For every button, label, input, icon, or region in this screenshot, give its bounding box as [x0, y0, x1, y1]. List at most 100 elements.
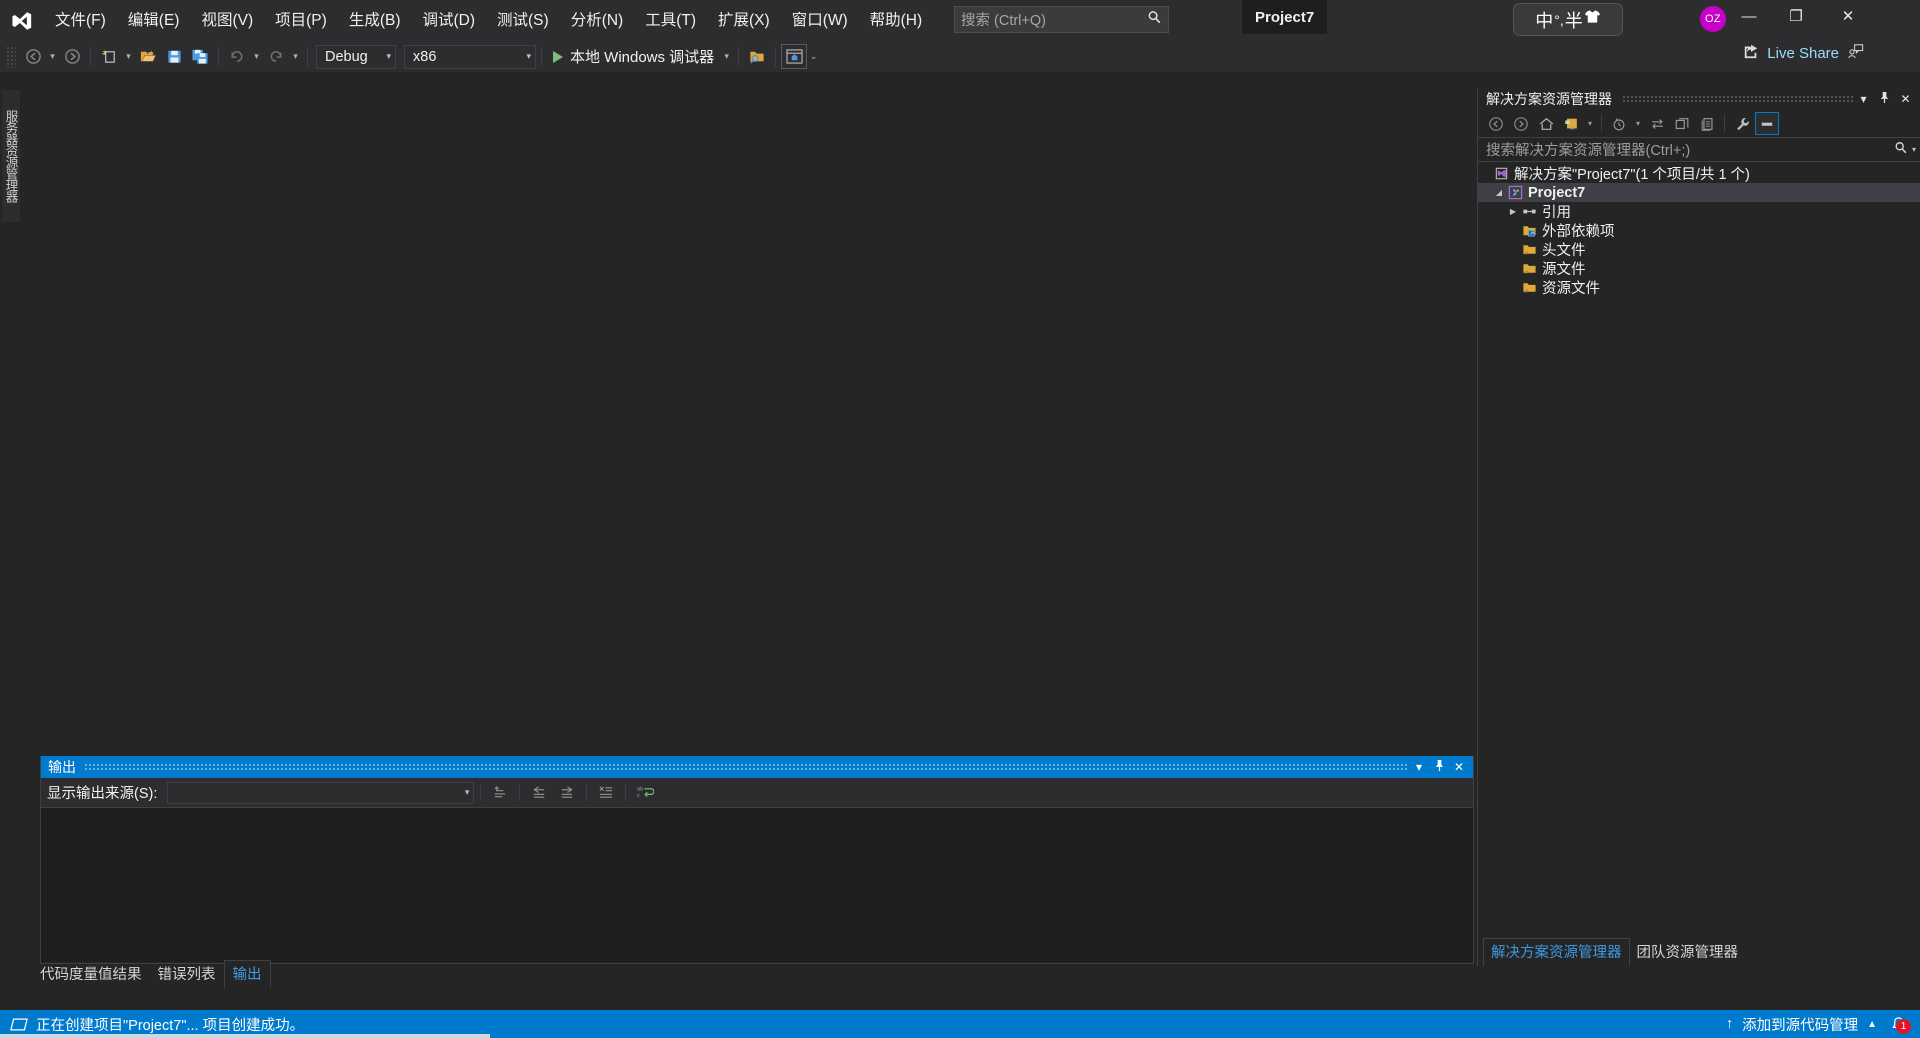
tree-expander-project[interactable]: ◢ — [1492, 188, 1506, 197]
minimize-button[interactable]: — — [1726, 0, 1772, 32]
new-item-dropdown-icon[interactable]: ▾ — [122, 44, 135, 69]
nav-forward-icon[interactable] — [59, 44, 85, 69]
jump-to-source-icon[interactable] — [487, 781, 513, 805]
find-previous-message-icon[interactable] — [526, 781, 552, 805]
solution-explorer-search-dropdown[interactable]: ▾ — [1912, 145, 1916, 154]
refresh-icon[interactable] — [1645, 112, 1669, 135]
tree-row-source-files[interactable]: 源文件 — [1478, 259, 1920, 278]
redo-dropdown-icon[interactable]: ▾ — [289, 44, 302, 69]
pin-icon-solution[interactable] — [1874, 91, 1895, 107]
undo-icon[interactable] — [224, 44, 250, 69]
solution-configuration-combo[interactable]: Debug ▾ — [316, 44, 396, 69]
nav-back-dropdown-icon[interactable]: ▾ — [46, 44, 59, 69]
solution-explorer-dropdown-button[interactable]: ▾ — [1853, 92, 1874, 106]
tree-row-references[interactable]: ▶ 引用 — [1478, 202, 1920, 221]
add-to-source-control-label[interactable]: 添加到源代码管理 — [1742, 1014, 1858, 1035]
user-avatar[interactable]: OZ — [1700, 6, 1726, 32]
menu-item-file[interactable]: 文件(F) — [44, 0, 117, 41]
search-folder-icon[interactable] — [744, 44, 770, 69]
clear-all-icon[interactable] — [593, 781, 619, 805]
show-all-files-icon[interactable] — [1695, 112, 1719, 135]
tree-row-external-dependencies[interactable]: 外部依赖项 — [1478, 221, 1920, 240]
solution-platform-combo[interactable]: x86 ▾ — [404, 44, 536, 69]
output-panel-dropdown-button[interactable]: ▾ — [1409, 760, 1429, 774]
solution-explorer-title: 解决方案资源管理器 — [1486, 91, 1612, 107]
feedback-icon[interactable] — [1847, 43, 1864, 64]
source-control-caret-icon[interactable]: ▲ — [1867, 1019, 1877, 1030]
menu-item-analyze[interactable]: 分析(N) — [560, 0, 635, 41]
output-panel-close-button[interactable]: ✕ — [1449, 760, 1469, 774]
pending-changes-dropdown-icon[interactable]: ▾ — [1632, 112, 1644, 135]
menu-item-help[interactable]: 帮助(H) — [859, 0, 934, 41]
tree-row-solution[interactable]: 解决方案"Project7"(1 个项目/共 1 个) — [1478, 164, 1920, 183]
pending-changes-filter-icon[interactable] — [1607, 112, 1631, 135]
live-share-button[interactable]: Live Share — [1743, 43, 1864, 64]
menu-item-tools[interactable]: 工具(T) — [634, 0, 707, 41]
menu-item-test[interactable]: 测试(S) — [486, 0, 560, 41]
project-document-tab[interactable]: Project7 — [1242, 0, 1328, 34]
chevron-down-icon-output: ▾ — [464, 787, 470, 797]
redo-icon[interactable] — [263, 44, 289, 69]
tree-row-resource-files[interactable]: 资源文件 — [1478, 278, 1920, 297]
nav-back-icon[interactable] — [20, 44, 46, 69]
new-item-icon[interactable] — [96, 44, 122, 69]
menu-item-window[interactable]: 窗口(W) — [781, 0, 859, 41]
menu-item-view[interactable]: 视图(V) — [190, 0, 264, 41]
collapse-all-icon[interactable] — [1670, 112, 1694, 135]
menu-item-project[interactable]: 项目(P) — [264, 0, 338, 41]
bell-icon[interactable]: 1 — [1886, 1016, 1911, 1034]
menu-item-edit[interactable]: 编辑(E) — [117, 0, 191, 41]
save-all-icon[interactable] — [187, 44, 213, 69]
tree-row-header-files[interactable]: 头文件 — [1478, 240, 1920, 259]
close-button[interactable]: ✕ — [1820, 0, 1876, 32]
tree-label-solution: 解决方案"Project7"(1 个项目/共 1 个) — [1514, 167, 1750, 183]
save-icon[interactable] — [161, 44, 187, 69]
output-source-combo[interactable]: ▾ — [167, 781, 475, 804]
toolbar-grip[interactable] — [6, 45, 16, 68]
solution-explorer-drag-dots[interactable] — [1622, 94, 1853, 104]
preview-selected-items-icon[interactable] — [1755, 112, 1779, 135]
tree-row-project[interactable]: ◢ Project7 — [1478, 183, 1920, 202]
open-folder-icon[interactable] — [135, 44, 161, 69]
tab-solution-explorer[interactable]: 解决方案资源管理器 — [1483, 938, 1630, 966]
svg-text:c: c — [637, 793, 640, 799]
properties-icon[interactable] — [1730, 112, 1754, 135]
output-text-area[interactable] — [41, 808, 1473, 962]
server-explorer-tab[interactable]: 服务器资源管理器 — [2, 90, 20, 222]
toolbar-overflow-icon[interactable]: ⌄ — [807, 44, 820, 69]
source-control-up-icon[interactable]: ↑ — [1726, 1016, 1733, 1032]
menu-item-build[interactable]: 生成(B) — [338, 0, 412, 41]
pin-icon[interactable] — [1429, 759, 1449, 775]
undo-dropdown-icon[interactable]: ▾ — [250, 44, 263, 69]
main-menu[interactable]: 文件(F) 编辑(E) 视图(V) 项目(P) 生成(B) 调试(D) 测试(S… — [44, 0, 933, 41]
find-next-message-icon[interactable] — [554, 781, 580, 805]
menu-item-extensions[interactable]: 扩展(X) — [707, 0, 781, 41]
tree-expander-references[interactable]: ▶ — [1506, 207, 1520, 216]
preview-window-icon[interactable] — [781, 44, 808, 69]
tab-error-list[interactable]: 错误列表 — [150, 961, 224, 988]
output-panel-drag-dots[interactable] — [84, 762, 1409, 772]
solution-explorer-close-button[interactable]: ✕ — [1895, 92, 1916, 106]
quick-launch-search[interactable]: 搜索 (Ctrl+Q) — [954, 6, 1169, 33]
toggle-word-wrap-icon[interactable]: ab c — [632, 781, 658, 805]
sync-with-active-document-icon[interactable] — [1559, 112, 1583, 135]
back-icon[interactable] — [1484, 112, 1508, 135]
maximize-restore-button[interactable]: ❐ — [1773, 0, 1819, 32]
menu-item-debug[interactable]: 调试(D) — [411, 0, 486, 41]
status-message: 正在创建项目"Project7"... 项目创建成功。 — [36, 1017, 305, 1034]
forward-icon[interactable] — [1509, 112, 1533, 135]
tab-team-explorer[interactable]: 团队资源管理器 — [1630, 939, 1746, 966]
start-debugging-dropdown-icon[interactable]: ▾ — [720, 44, 733, 69]
tab-code-metrics-results[interactable]: 代码度量值结果 — [32, 961, 150, 988]
tab-output[interactable]: 输出 — [223, 960, 271, 988]
solution-explorer-toolbar: ▾ ▾ — [1478, 110, 1920, 138]
sync-dropdown-icon[interactable]: ▾ — [1584, 112, 1596, 135]
solution-platform-value: x86 — [413, 48, 437, 65]
start-debugging-button[interactable]: 本地 Windows 调试器 — [547, 44, 720, 69]
solution-explorer-search[interactable]: 搜索解决方案资源管理器(Ctrl+;) ▾ — [1478, 138, 1920, 162]
solution-explorer-panel: 解决方案资源管理器 ▾ ✕ ▾ ▾ 搜索解决方案资源管理器(Ctrl+;) ▾ … — [1477, 88, 1920, 966]
home-icon[interactable] — [1534, 112, 1558, 135]
search-icon-solution[interactable] — [1894, 141, 1908, 158]
ime-indicator[interactable]: 中 °, 半 — [1513, 3, 1623, 36]
tree-label-source-files: 源文件 — [1542, 262, 1586, 278]
